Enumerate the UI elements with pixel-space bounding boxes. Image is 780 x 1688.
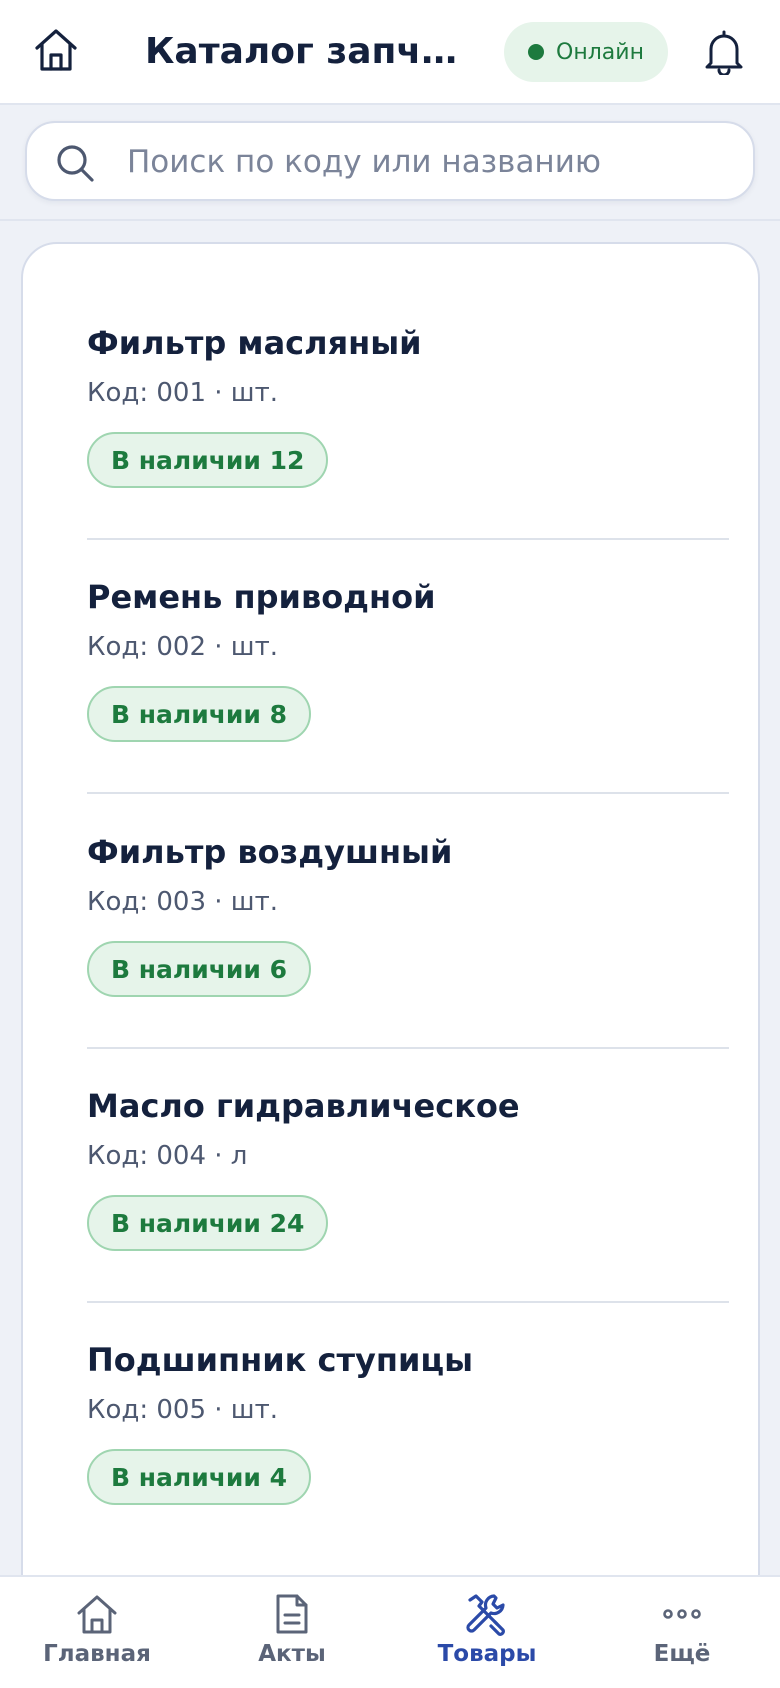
search-icon — [57, 145, 94, 182]
online-status-badge: Онлайн — [504, 22, 668, 82]
list-item[interactable]: Фильтр масляный Код: 001 · шт. В наличии… — [87, 244, 729, 498]
item-name: Подшипник ступицы — [87, 1341, 474, 1379]
item-code: Код: 005 · шт. — [87, 1395, 278, 1425]
nav-item-home[interactable]: Главная — [17, 1591, 177, 1677]
list-item[interactable]: Масло гидравлическое Код: 004 · л В нали… — [87, 1007, 729, 1261]
nav-label: Товары — [437, 1641, 537, 1667]
bell-icon — [705, 30, 743, 75]
nav-label: Главная — [43, 1641, 151, 1667]
stock-badge: В наличии 6 — [87, 941, 312, 997]
nav-item-acts[interactable]: Акты — [212, 1591, 372, 1677]
item-name: Фильтр воздушный — [87, 833, 453, 871]
home-button[interactable] — [30, 24, 82, 76]
page-title: Каталог запчастей — [145, 31, 460, 72]
online-status-label: Онлайн — [556, 39, 644, 65]
nav-label: Ещё — [653, 1641, 711, 1667]
stock-badge: В наличии 4 — [87, 1449, 312, 1505]
stock-badge: В наличии 24 — [87, 1195, 329, 1251]
home-icon — [73, 1591, 121, 1637]
nav-label: Акты — [258, 1641, 326, 1667]
list-item[interactable]: Ремень приводной Код: 002 · шт. В наличи… — [87, 498, 729, 752]
document-icon — [268, 1591, 316, 1637]
list-item[interactable]: Фильтр воздушный Код: 003 · шт. В наличи… — [87, 753, 729, 1007]
app-header: Каталог запчастей Онлайн — [0, 0, 780, 105]
search-box[interactable] — [25, 121, 755, 201]
item-code: Код: 004 · л — [87, 1141, 248, 1171]
list-item[interactable]: Подшипник ступицы Код: 005 · шт. В налич… — [87, 1261, 729, 1515]
status-dot — [528, 44, 545, 60]
item-name: Ремень приводной — [87, 578, 436, 616]
nav-item-products[interactable]: Товары — [407, 1591, 567, 1677]
item-code: Код: 001 · шт. — [87, 378, 278, 408]
more-icon — [658, 1591, 706, 1637]
stock-badge: В наличии 12 — [87, 432, 329, 488]
stock-badge: В наличии 8 — [87, 686, 312, 742]
search-input[interactable] — [127, 135, 727, 189]
notifications-button[interactable] — [700, 26, 748, 78]
tools-icon — [463, 1591, 511, 1637]
search-bar-area — [0, 107, 780, 221]
item-name: Масло гидравлическое — [87, 1087, 520, 1125]
item-name: Фильтр масляный — [87, 324, 422, 362]
parts-list: Фильтр масляный Код: 001 · шт. В наличии… — [21, 242, 760, 1662]
item-code: Код: 002 · шт. — [87, 632, 278, 662]
nav-item-more[interactable]: Ещё — [602, 1591, 762, 1677]
home-icon — [35, 29, 77, 71]
item-code: Код: 003 · шт. — [87, 887, 278, 917]
bottom-nav: Главная Акты Товары Ещё — [0, 1575, 780, 1688]
